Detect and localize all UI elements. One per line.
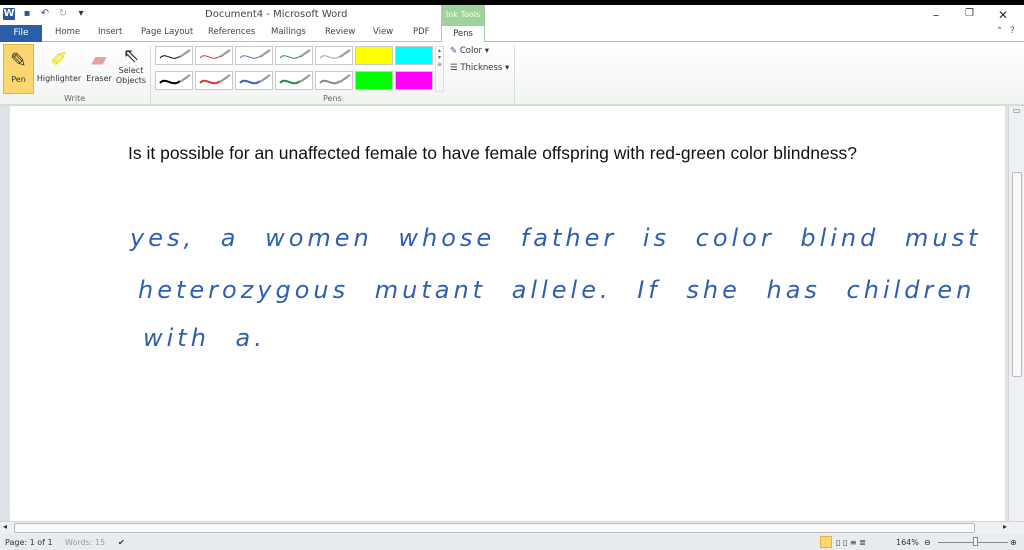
- save-icon[interactable]: ▪: [21, 8, 33, 20]
- pen-stroke-icon: [239, 49, 271, 59]
- view-buttons[interactable]: ▯ ▯ ≡ ≣: [836, 538, 866, 547]
- zoom-out-icon[interactable]: ⊖: [924, 538, 931, 547]
- pen-swatch[interactable]: [155, 71, 193, 90]
- help-icon[interactable]: ?: [1010, 26, 1015, 36]
- pen-stroke-icon: [159, 74, 191, 85]
- vertical-scrollbar[interactable]: ▭: [1008, 106, 1024, 521]
- pens-group-label: Pens: [323, 94, 342, 103]
- tab-page-layout[interactable]: Page Layout: [141, 27, 193, 37]
- page-count[interactable]: Page: 1 of 1: [5, 538, 53, 547]
- pen-stroke-icon: [319, 49, 351, 59]
- title-bar: W ▪ ↶ ↻ ▾ Document4 - Microsoft Word Ink…: [0, 5, 1024, 25]
- tab-file[interactable]: File: [0, 25, 42, 42]
- eraser-button[interactable]: ▰ Eraser: [84, 44, 114, 94]
- pen-stroke-icon: [159, 49, 191, 59]
- highlighter-icon: ✐: [50, 47, 68, 71]
- pen-button[interactable]: ✎ Pen: [3, 44, 34, 94]
- redo-icon[interactable]: ↻: [57, 8, 69, 20]
- pen-swatch[interactable]: [195, 71, 233, 90]
- pen-swatch[interactable]: [275, 46, 313, 65]
- eraser-icon: ▰: [91, 47, 107, 71]
- ruler-toggle-icon[interactable]: ▭: [1009, 106, 1024, 115]
- pen-stroke-icon: [319, 74, 351, 85]
- cursor-arrow-icon: ⇖: [122, 43, 140, 67]
- scroll-left-icon[interactable]: ◂: [3, 522, 7, 531]
- document-page[interactable]: Is it possible for an unaffected female …: [10, 106, 1024, 521]
- tab-mailings[interactable]: Mailings: [271, 27, 306, 37]
- pen-swatch[interactable]: [395, 71, 433, 90]
- close-icon[interactable]: ✕: [998, 8, 1008, 22]
- pen-swatch[interactable]: [235, 71, 273, 90]
- pen-stroke-icon: [199, 49, 231, 59]
- restore-icon[interactable]: ❐: [965, 8, 974, 19]
- highlighter-label: Highlighter: [36, 74, 82, 83]
- color-button[interactable]: ✎ Color ▾: [450, 46, 489, 56]
- pen-swatch[interactable]: [235, 46, 273, 65]
- scroll-right-icon[interactable]: ▸: [1003, 522, 1007, 531]
- eraser-label: Eraser: [86, 74, 112, 83]
- ribbon-tabs: File Home Insert Page Layout References …: [0, 25, 1024, 43]
- divider: [514, 46, 515, 104]
- tab-review[interactable]: Review: [325, 27, 355, 37]
- color-label: Color: [459, 46, 483, 56]
- select-objects-label: Select Objects: [115, 66, 147, 85]
- word-count[interactable]: Words: 15: [65, 538, 105, 547]
- pen-stroke-icon: [279, 74, 311, 85]
- pen-swatch[interactable]: [395, 46, 433, 65]
- gallery-scroll[interactable]: ▴ ▾ ≡: [435, 46, 444, 92]
- tab-home[interactable]: Home: [55, 27, 80, 37]
- thickness-label: Thickness: [460, 63, 503, 73]
- zoom-in-icon[interactable]: ⊕: [1010, 538, 1017, 547]
- pen-swatch[interactable]: [155, 46, 193, 65]
- horizontal-scrollbar[interactable]: ◂ ▸: [0, 521, 1024, 534]
- pen-swatch[interactable]: [315, 46, 353, 65]
- window-title: Document4 - Microsoft Word: [205, 9, 348, 20]
- thickness-button[interactable]: ☰ Thickness ▾: [450, 63, 509, 73]
- question-text: Is it possible for an unaffected female …: [128, 143, 857, 163]
- ink-tools-context-label: Ink Tools: [441, 5, 485, 25]
- document-area: Is it possible for an unaffected female …: [0, 106, 1024, 521]
- zoom-level[interactable]: 164%: [896, 538, 919, 547]
- pen-swatch[interactable]: [355, 46, 393, 65]
- tab-references[interactable]: References: [208, 27, 255, 37]
- status-bar: Page: 1 of 1 Words: 15 ✔ ▯ ▯ ≡ ≣ 164% ⊖ …: [0, 534, 1024, 550]
- tab-pdf[interactable]: PDF: [413, 27, 430, 37]
- undo-icon[interactable]: ↶: [39, 8, 51, 20]
- customize-qat-icon[interactable]: ▾: [75, 8, 87, 20]
- pen-color-icon: ✎: [450, 46, 458, 56]
- pen-swatch[interactable]: [195, 46, 233, 65]
- handwritten-line-3: with a.: [143, 324, 266, 352]
- pen-gallery: [155, 46, 445, 92]
- pen-stroke-icon: [199, 74, 231, 85]
- handwritten-line-2: heterozygous mutant allele. If she has c…: [138, 276, 976, 304]
- vertical-scroll-thumb[interactable]: [1012, 172, 1022, 377]
- pen-stroke-icon: [279, 49, 311, 59]
- write-group-label: Write: [64, 94, 86, 103]
- print-layout-view-icon[interactable]: [820, 536, 832, 548]
- zoom-slider-thumb[interactable]: [973, 537, 978, 546]
- divider: [150, 46, 151, 104]
- pen-swatch[interactable]: [275, 71, 313, 90]
- select-objects-button[interactable]: ⇖ Select Objects: [115, 44, 147, 94]
- pen-label: Pen: [11, 75, 26, 84]
- minimize-icon[interactable]: –: [933, 8, 939, 22]
- handwritten-line-1: yes, a women whose father is color blind…: [130, 224, 1024, 252]
- quick-access-toolbar: W ▪ ↶ ↻ ▾: [3, 8, 87, 20]
- pen-stroke-icon: [239, 74, 271, 85]
- horizontal-scroll-thumb[interactable]: [14, 523, 975, 533]
- ribbon: ✎ Pen ✐ Highlighter ▰ Eraser ⇖ Select Object…: [0, 42, 1024, 106]
- pen-icon: ✎: [10, 48, 27, 72]
- tab-insert[interactable]: Insert: [98, 27, 122, 37]
- thickness-icon: ☰: [450, 63, 458, 73]
- proofing-icon[interactable]: ✔: [118, 538, 125, 547]
- minimize-ribbon-icon[interactable]: ⌃: [996, 26, 1003, 36]
- tab-pens[interactable]: Pens: [441, 25, 485, 43]
- pen-swatch[interactable]: [355, 71, 393, 90]
- word-logo-icon[interactable]: W: [3, 8, 15, 20]
- pen-swatch[interactable]: [315, 71, 353, 90]
- tab-view[interactable]: View: [373, 27, 393, 37]
- highlighter-button[interactable]: ✐ Highlighter: [35, 44, 83, 94]
